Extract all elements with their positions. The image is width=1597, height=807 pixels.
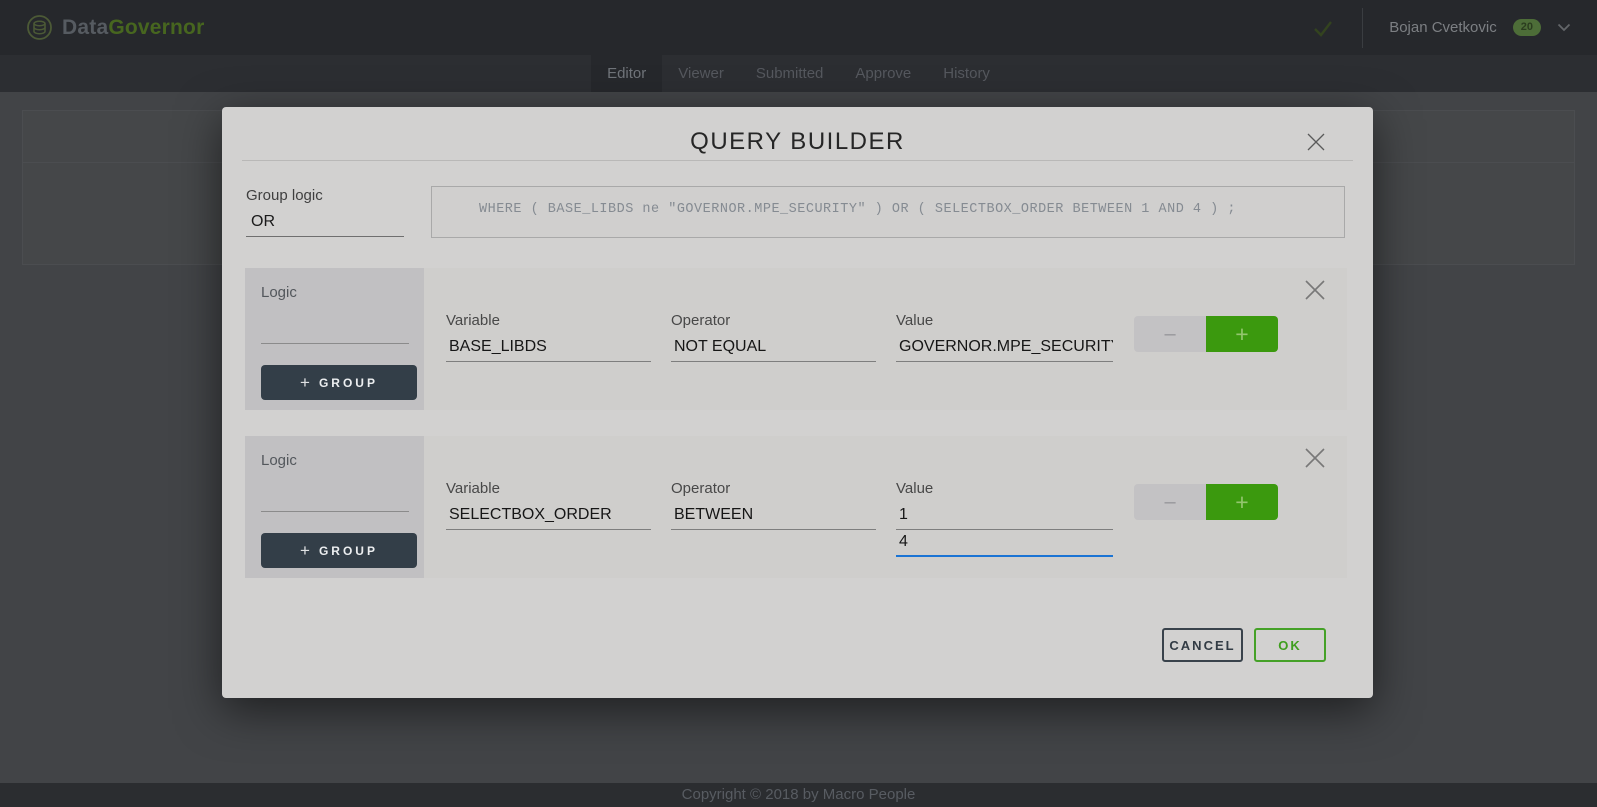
logic-input[interactable] — [261, 328, 409, 344]
modal-title-divider — [242, 160, 1353, 161]
tab-history[interactable]: History — [927, 55, 1006, 92]
value-stepper: – + — [1134, 484, 1278, 520]
user-name[interactable]: Bojan Cvetkovic — [1389, 19, 1497, 36]
top-navbar: DataGovernor Bojan Cvetkovic 20 — [0, 0, 1597, 55]
logic-label: Logic — [261, 452, 424, 469]
app-title: DataGovernor — [62, 16, 204, 40]
operator-input[interactable]: NOT EQUAL — [671, 335, 876, 362]
group-logic-field: Group logic OR — [246, 187, 404, 237]
tab-approve[interactable]: Approve — [839, 55, 927, 92]
group-2-logic-column: Logic + GROUP — [245, 436, 424, 578]
group-1-logic-column: Logic + GROUP — [245, 268, 424, 410]
remove-group-icon[interactable] — [1302, 445, 1328, 471]
value-stepper: – + — [1134, 316, 1278, 352]
group-logic-label: Group logic — [246, 187, 404, 204]
remove-value-button[interactable]: – — [1134, 316, 1206, 352]
check-icon[interactable] — [1310, 15, 1336, 41]
cancel-button[interactable]: CANCEL — [1162, 628, 1243, 662]
logic-input[interactable] — [261, 496, 409, 512]
tab-editor[interactable]: Editor — [591, 55, 662, 92]
plus-icon: + — [300, 541, 310, 561]
value-label: Value — [896, 312, 1113, 329]
tab-viewer[interactable]: Viewer — [662, 55, 740, 92]
value-input-1[interactable]: 1 — [896, 503, 1113, 530]
modal-close-icon[interactable] — [1305, 131, 1327, 153]
value-input-2[interactable]: 4 — [896, 530, 1113, 557]
variable-label: Variable — [446, 312, 651, 329]
query-preview: WHERE ( BASE_LIBDS ne "GOVERNOR.MPE_SECU… — [431, 186, 1345, 238]
modal-title: QUERY BUILDER — [222, 128, 1373, 156]
logo-part-governor: Governor — [108, 16, 204, 39]
condition-group-1: Logic + GROUP Variable BASE_LIBDS Operat… — [245, 268, 1347, 410]
ok-button[interactable]: OK — [1254, 628, 1326, 662]
variable-label: Variable — [446, 480, 651, 497]
add-value-button[interactable]: + — [1206, 316, 1278, 352]
remove-group-icon[interactable] — [1302, 277, 1328, 303]
value-label: Value — [896, 480, 1113, 497]
modal-actions: CANCEL OK — [1162, 628, 1326, 662]
variable-field: Variable SELECTBOX_ORDER — [446, 480, 651, 530]
remove-value-button[interactable]: – — [1134, 484, 1206, 520]
operator-field: Operator NOT EQUAL — [671, 312, 876, 362]
value-field: Value GOVERNOR.MPE_SECURITY — [896, 312, 1113, 362]
operator-label: Operator — [671, 312, 876, 329]
add-group-button[interactable]: + GROUP — [261, 365, 417, 400]
logic-label: Logic — [261, 284, 424, 301]
add-group-button[interactable]: + GROUP — [261, 533, 417, 568]
variable-input[interactable]: SELECTBOX_ORDER — [446, 503, 651, 530]
operator-input[interactable]: BETWEEN — [671, 503, 876, 530]
logo-part-data: Data — [62, 16, 108, 39]
query-builder-modal: QUERY BUILDER Group logic OR WHERE ( BAS… — [222, 107, 1373, 698]
add-value-button[interactable]: + — [1206, 484, 1278, 520]
database-logo-icon — [26, 14, 53, 41]
plus-icon: + — [300, 373, 310, 393]
chevron-down-icon[interactable] — [1557, 23, 1571, 32]
variable-field: Variable BASE_LIBDS — [446, 312, 651, 362]
variable-input[interactable]: BASE_LIBDS — [446, 335, 651, 362]
add-group-label: GROUP — [319, 544, 378, 558]
copyright-text: Copyright © 2018 by Macro People — [682, 786, 916, 803]
operator-field: Operator BETWEEN — [671, 480, 876, 530]
condition-group-2: Logic + GROUP Variable SELECTBOX_ORDER O… — [245, 436, 1347, 578]
value-field: Value 1 4 — [896, 480, 1113, 557]
group-logic-input[interactable]: OR — [246, 211, 404, 237]
add-group-label: GROUP — [319, 376, 378, 390]
main-tabbar: Editor Viewer Submitted Approve History — [0, 55, 1597, 92]
page-footer: Copyright © 2018 by Macro People — [0, 783, 1597, 807]
value-input[interactable]: GOVERNOR.MPE_SECURITY — [896, 335, 1113, 362]
operator-label: Operator — [671, 480, 876, 497]
tab-submitted[interactable]: Submitted — [740, 55, 840, 92]
app-logo: DataGovernor — [26, 14, 204, 41]
navbar-divider — [1362, 8, 1363, 48]
user-badge: 20 — [1513, 19, 1541, 36]
navbar-user-area: Bojan Cvetkovic 20 — [1310, 8, 1571, 48]
